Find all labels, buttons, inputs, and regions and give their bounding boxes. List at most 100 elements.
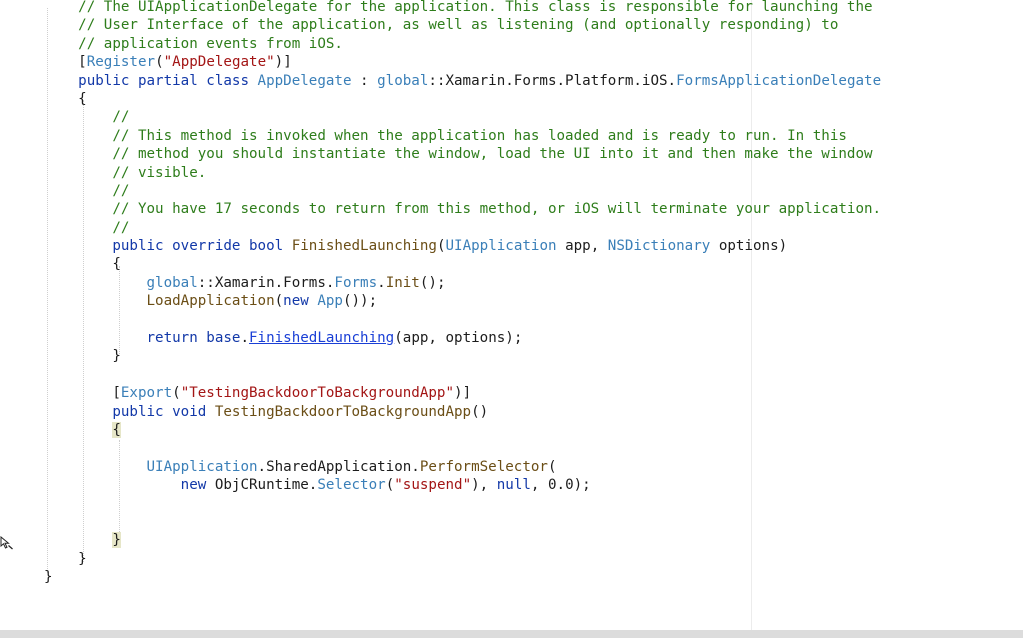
code-token-comment: // method you should instantiate the win…: [112, 146, 873, 163]
code-token-keyword: new: [180, 477, 215, 494]
code-token-method: LoadApplication: [146, 293, 275, 310]
code-token-comment: // You have 17 seconds to return from th…: [112, 201, 882, 218]
code-token-keyword: return: [146, 330, 207, 347]
code-token-string: "AppDelegate": [163, 54, 275, 71]
code-token-type: global: [377, 72, 429, 89]
code-token-comment: //: [112, 109, 130, 126]
pointer-cursor-icon: [0, 536, 13, 550]
code-token-plain: (: [547, 458, 557, 475]
code-token-keyword: public void: [112, 403, 215, 420]
code-token-plain: ());: [342, 293, 378, 310]
code-line: public void TestingBackdoorToBackgroundA…: [44, 403, 881, 421]
code-token-comment: //: [112, 219, 130, 236]
code-line: public override bool FinishedLaunching(U…: [44, 237, 881, 255]
code-token-plain: :: [351, 72, 378, 89]
code-token-plain: .: [377, 274, 386, 291]
code-line: // application events from iOS.: [44, 35, 881, 53]
code-token-string: "TestingBackdoorToBackgroundApp": [180, 385, 455, 402]
code-token-plain: ::Xamarin.Forms.Platform.iOS.: [428, 72, 677, 89]
code-token-plain: , 0.0);: [530, 477, 591, 494]
code-token-plain: ObjCRuntime.: [214, 477, 318, 494]
code-token-type: Register: [86, 54, 156, 71]
code-token-plain: [: [112, 385, 121, 402]
code-editor[interactable]: // The UIApplicationDelegate for the app…: [0, 0, 1023, 630]
code-token-plain: )]: [454, 385, 472, 402]
code-token-string: "suspend": [394, 477, 472, 494]
code-token-comment: // The UIApplicationDelegate for the app…: [78, 0, 873, 15]
code-line: return base.FinishedLaunching(app, optio…: [44, 329, 881, 347]
code-token-keyword: public override bool: [112, 238, 292, 255]
code-line: UIApplication.SharedApplication.PerformS…: [44, 458, 881, 476]
code-token-plain: {: [44, 256, 121, 273]
code-token-type: NSDictionary: [607, 238, 711, 255]
code-token-plain: }: [44, 569, 53, 586]
code-token-comment: // User Interface of the application, as…: [78, 17, 839, 34]
code-token-plain: app,: [556, 238, 608, 255]
code-token-plain: (: [385, 477, 395, 494]
code-line: LoadApplication(new App());: [44, 292, 881, 310]
code-lines[interactable]: // The UIApplicationDelegate for the app…: [44, 0, 881, 587]
code-line: }: [44, 347, 881, 365]
matched-brace: }: [112, 532, 121, 549]
code-line: // The UIApplicationDelegate for the app…: [44, 0, 881, 16]
code-line: public partial class AppDelegate : globa…: [44, 72, 881, 90]
code-token-plain: [: [78, 54, 87, 71]
code-token-type: AppDelegate: [257, 72, 352, 89]
code-token-comment: // application events from iOS.: [78, 35, 343, 52]
code-token-comment: // This method is invoked when the appli…: [112, 127, 847, 144]
code-line: // method you should instantiate the win…: [44, 145, 881, 163]
code-token-keyword: new: [283, 293, 318, 310]
code-token-type: Selector: [317, 477, 386, 494]
code-token-comment: // visible.: [112, 164, 207, 181]
code-token-type: Forms: [334, 274, 378, 291]
code-line: new ObjCRuntime.Selector("suspend"), nul…: [44, 476, 881, 494]
code-token-plain: (): [471, 403, 489, 420]
code-token-plain: (: [155, 54, 164, 71]
code-token-plain: .: [240, 330, 250, 347]
code-token-keyword: public partial class: [78, 72, 258, 89]
code-token-type: App: [317, 293, 343, 310]
code-line: }: [44, 550, 881, 568]
code-token-plain: ::Xamarin.Forms.: [197, 274, 335, 291]
code-line: // This method is invoked when the appli…: [44, 127, 881, 145]
code-line: {: [44, 421, 881, 439]
code-token-plain: (: [172, 385, 181, 402]
code-line: {: [44, 255, 881, 273]
code-line: global::Xamarin.Forms.Forms.Init();: [44, 274, 881, 292]
code-token-method: PerformSelector: [419, 458, 548, 475]
code-token-keyword: null: [496, 477, 531, 494]
code-line: {: [44, 90, 881, 108]
code-line: // User Interface of the application, as…: [44, 16, 881, 34]
horizontal-scrollbar[interactable]: [0, 630, 1023, 638]
code-token-type: UIApplication: [445, 238, 557, 255]
code-token-method: Init: [385, 274, 420, 291]
method-link[interactable]: FinishedLaunching: [249, 330, 394, 346]
code-line: }: [44, 531, 881, 549]
code-token-plain: options): [710, 238, 788, 255]
code-line: //: [44, 108, 881, 126]
code-token-plain: }: [44, 550, 87, 567]
